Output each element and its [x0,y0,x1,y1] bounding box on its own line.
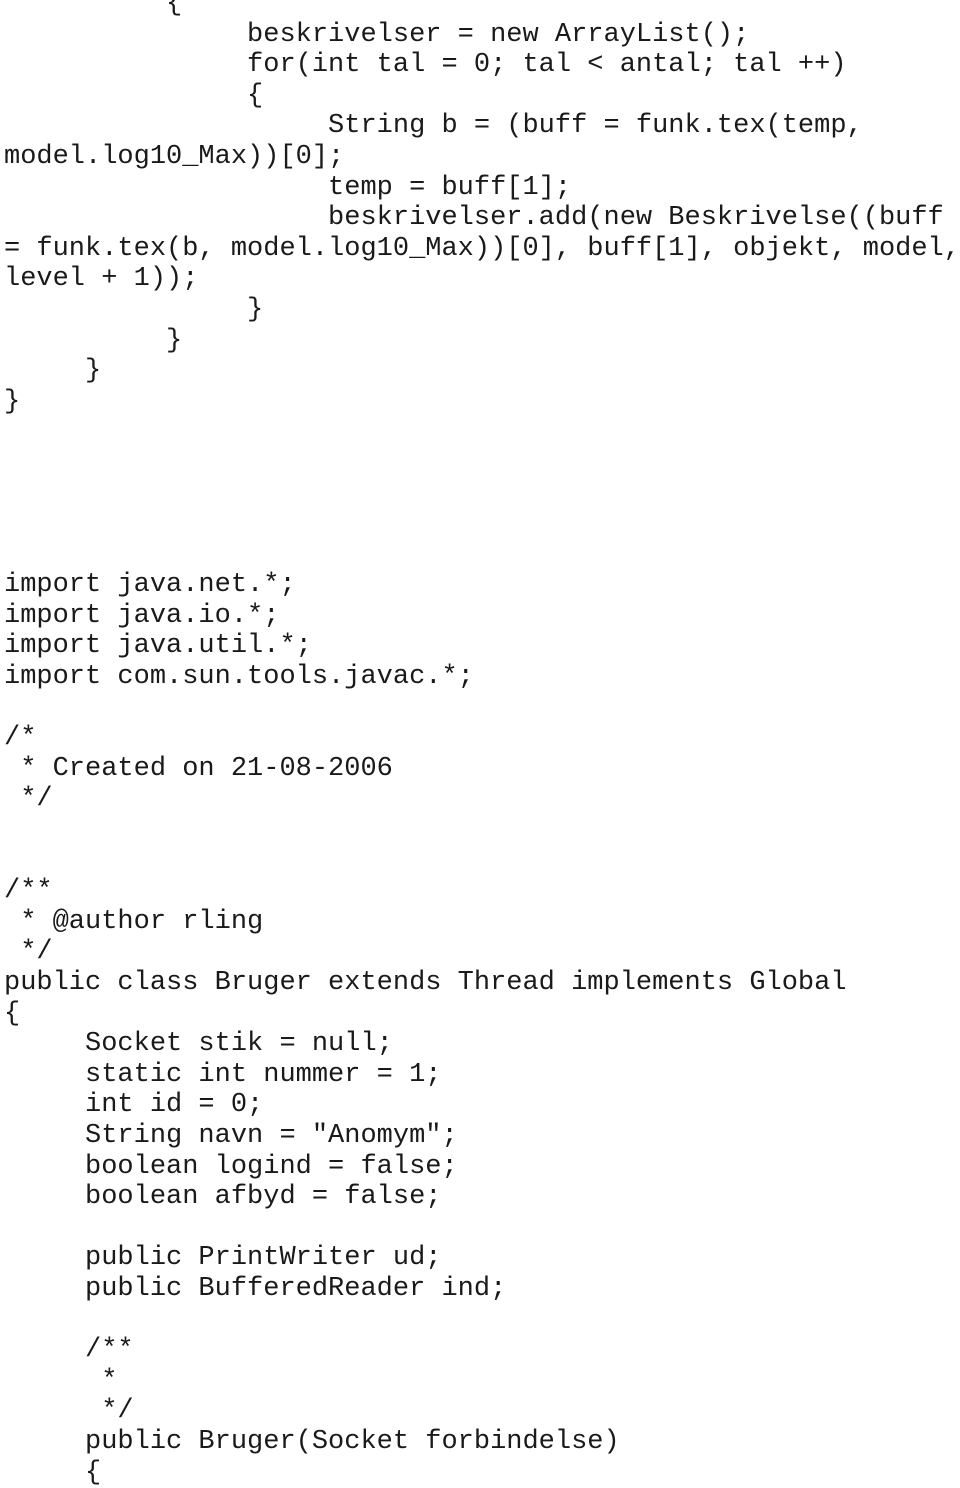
code-line: model.log10_Max))[0]; [4,142,960,173]
code-line: } [4,326,960,357]
code-line: { [4,1458,960,1488]
code-line: Socket stik = null; [4,1029,960,1060]
code-line: public PrintWriter ud; [4,1243,960,1274]
code-line: boolean afbyd = false; [4,1182,960,1213]
code-line: String b = (buff = funk.tex(temp, [4,111,960,142]
code-line: temp = buff[1]; [4,173,960,204]
code-line: } [4,295,960,326]
code-blank-line [4,815,960,846]
code-line: level + 1)); [4,264,960,295]
code-blank-line [4,479,960,510]
code-line: public BufferedReader ind; [4,1274,960,1305]
code-line: for(int tal = 0; tal < antal; tal ++) [4,50,960,81]
code-line: { [4,0,960,20]
code-line: */ [4,1396,960,1427]
document-page: { beskrivelser = new ArrayList(); for(in… [0,0,960,1438]
code-line: int id = 0; [4,1090,960,1121]
code-line: beskrivelser.add(new Beskrivelse((buff [4,203,960,234]
code-blank-line [4,1305,960,1336]
code-line: static int nummer = 1; [4,1060,960,1091]
code-line: import com.sun.tools.javac.*; [4,662,960,693]
code-line: String navn = "Anomym"; [4,1121,960,1152]
code-line: beskrivelser = new ArrayList(); [4,20,960,51]
code-blank-line [4,509,960,540]
code-line: * [4,1366,960,1397]
code-line: /* [4,723,960,754]
code-line: import java.net.*; [4,570,960,601]
code-blank-line [4,846,960,877]
code-line: { [4,81,960,112]
code-line: public class Bruger extends Thread imple… [4,968,960,999]
code-blank-line [4,693,960,724]
code-line: public Bruger(Socket forbindelse) [4,1427,960,1458]
code-line: boolean logind = false; [4,1152,960,1183]
code-blank-line [4,1213,960,1244]
code-line: * Created on 21-08-2006 [4,754,960,785]
code-line: import java.io.*; [4,601,960,632]
code-line: { [4,999,960,1030]
code-blank-line [4,417,960,448]
code-line: */ [4,784,960,815]
code-line: import java.util.*; [4,631,960,662]
code-line: } [4,387,960,418]
code-blank-line [4,448,960,479]
code-line: = funk.tex(b, model.log10_Max))[0], buff… [4,234,960,265]
code-line: * @author rling [4,907,960,938]
code-line: } [4,356,960,387]
code-line: /** [4,1335,960,1366]
code-line: */ [4,937,960,968]
code-listing: { beskrivelser = new ArrayList(); for(in… [4,0,960,1488]
code-blank-line [4,540,960,571]
code-line: /** [4,876,960,907]
